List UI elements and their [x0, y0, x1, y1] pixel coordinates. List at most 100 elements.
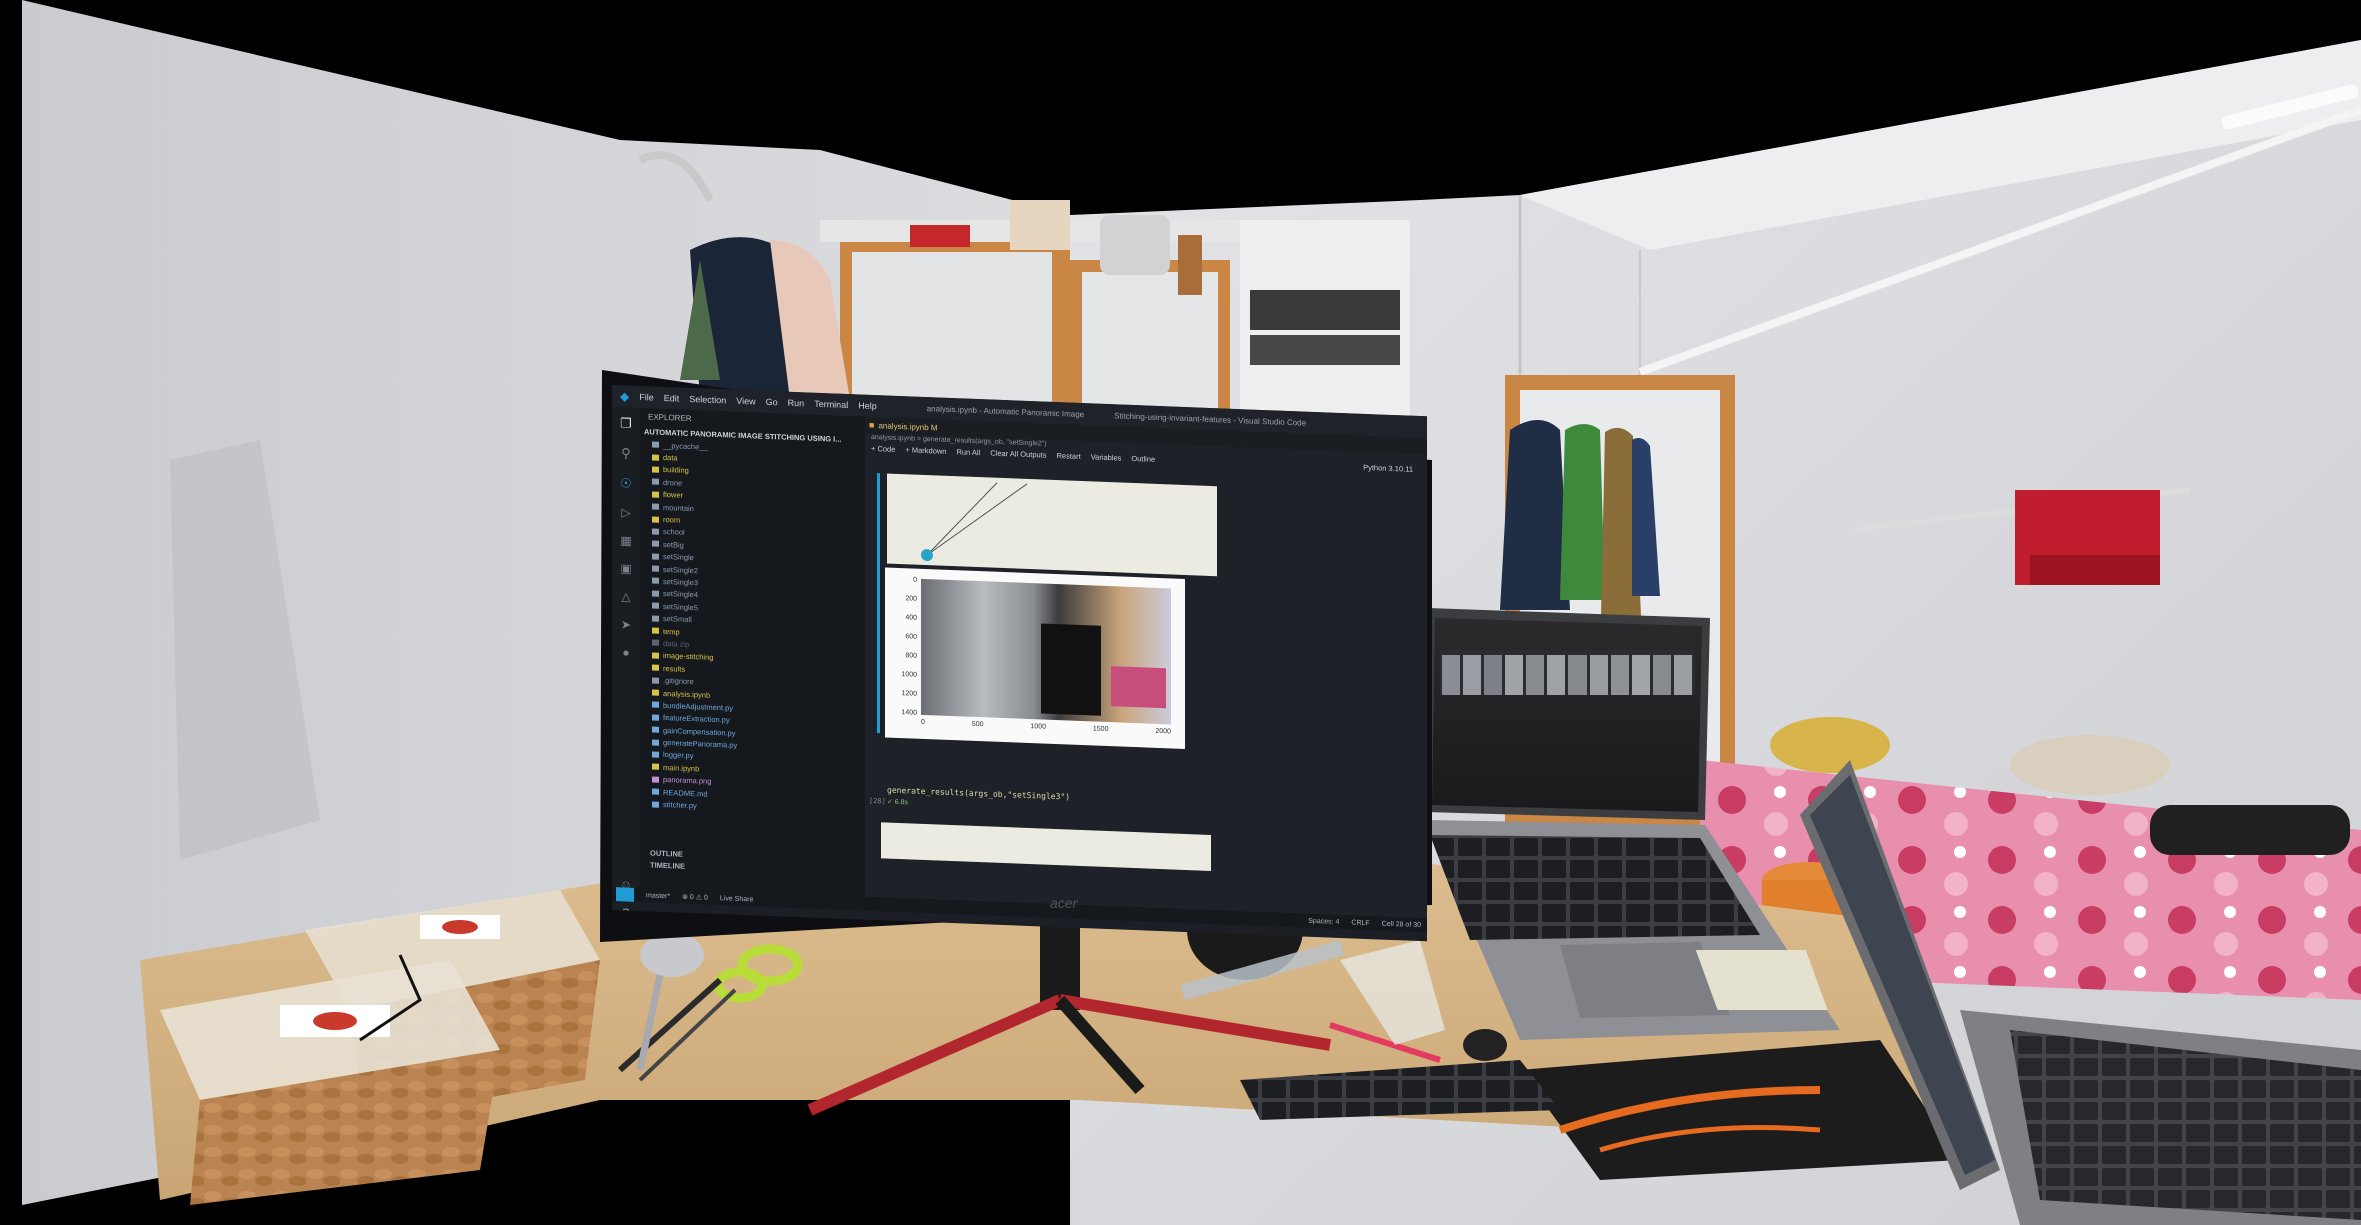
- add-code-button[interactable]: + Code: [871, 444, 895, 454]
- file-icon: [652, 801, 659, 808]
- panorama-image: [921, 578, 1171, 725]
- file-icon: [652, 701, 659, 709]
- menu-run[interactable]: Run: [788, 398, 805, 409]
- menu-view[interactable]: View: [736, 396, 755, 407]
- remote-icon[interactable]: ▣: [620, 561, 631, 575]
- timeline-section[interactable]: TIMELINE: [650, 860, 685, 870]
- git-branch[interactable]: master*: [646, 892, 670, 900]
- output-strip: [881, 822, 1211, 872]
- tab-analysis[interactable]: analysis.ipynb M: [878, 421, 937, 432]
- x-tick: 500: [971, 720, 984, 729]
- explorer-icon[interactable]: ❐: [620, 415, 632, 431]
- kernel-picker[interactable]: Python 3.10.11: [1363, 463, 1413, 474]
- file-tree-label: temp: [663, 626, 680, 637]
- explorer-sidebar: EXPLORER AUTOMATIC PANORAMIC IMAGE STITC…: [640, 408, 865, 897]
- file-icon: [652, 578, 659, 585]
- source-control-icon[interactable]: ☉: [620, 475, 632, 491]
- graph-lines: [921, 482, 1028, 562]
- y-tick: 400: [905, 614, 917, 622]
- output-graph: [887, 473, 1217, 577]
- file-tree-label: logger.py: [663, 750, 694, 761]
- restart-button[interactable]: Restart: [1057, 451, 1081, 461]
- spoon: [640, 933, 704, 977]
- y-tick: 1400: [901, 709, 917, 717]
- file-tree-label: README.md: [663, 787, 708, 799]
- menu-terminal[interactable]: Terminal: [814, 399, 848, 410]
- file-icon: [652, 639, 659, 647]
- file-icon: [652, 553, 659, 560]
- notebook-icon: ■: [869, 419, 875, 431]
- file-tree-label: setSingle2: [663, 564, 699, 575]
- outline-section[interactable]: OUTLINE: [650, 848, 683, 858]
- file-icon: [652, 677, 659, 684]
- file-tree-label: .gitignore: [663, 676, 694, 687]
- acer-logo: acer: [1050, 895, 1078, 911]
- mouse: [1463, 1029, 1507, 1061]
- y-tick: 1200: [901, 690, 917, 698]
- cell-position[interactable]: Cell 28 of 30: [1382, 920, 1421, 929]
- file-tree-label: featureExtraction.py: [663, 713, 730, 725]
- file-tree-label: data.zip: [663, 638, 690, 649]
- outline-button[interactable]: Outline: [1131, 454, 1155, 464]
- file-tree-label: setSingle3: [663, 576, 699, 588]
- menu-help[interactable]: Help: [858, 400, 877, 411]
- file-tree-label: school: [663, 527, 685, 538]
- file-icon: [652, 615, 659, 622]
- live-share-icon[interactable]: ➤: [621, 617, 631, 631]
- file-icon: [652, 652, 659, 659]
- search-icon[interactable]: ⚲: [621, 445, 631, 461]
- file-tree-label: room: [663, 514, 681, 525]
- output-panorama-plot: 0 200 400 600 800 1000 1200 1400 0 500 1…: [885, 567, 1185, 750]
- live-share-status[interactable]: Live Share: [720, 895, 753, 903]
- hanging-clothes: [1500, 420, 1660, 616]
- x-tick: 1500: [1092, 725, 1109, 734]
- file-tree-label: setSingle4: [663, 589, 699, 600]
- menu-go[interactable]: Go: [766, 397, 778, 407]
- file-icon: [652, 763, 659, 771]
- file-tree-label: __pycache__: [663, 440, 708, 452]
- file-icon: [652, 466, 659, 473]
- window-title-right: Stitching-using-invariant-features - Vis…: [1114, 410, 1307, 428]
- code-cell[interactable]: generate_results(args_ob,"setSingle3") ✓…: [887, 786, 1227, 823]
- file-icon: [652, 627, 659, 634]
- file-icon: [652, 491, 659, 498]
- run-debug-icon[interactable]: ▷: [621, 505, 630, 519]
- file-tree-label: drone: [663, 477, 683, 488]
- monitor-screen: ◆ File Edit Selection View Go Run Termin…: [612, 385, 1427, 942]
- extensions-icon[interactable]: ▦: [620, 533, 631, 547]
- y-tick: 600: [905, 633, 917, 641]
- remote-indicator[interactable]: [616, 887, 634, 902]
- testing-icon[interactable]: △: [621, 589, 630, 603]
- file-icon: [652, 441, 659, 448]
- clear-outputs-button[interactable]: Clear All Outputs: [990, 449, 1046, 460]
- file-icon: [652, 664, 659, 672]
- cell-focus-bar: [877, 473, 880, 734]
- problems-count[interactable]: ⊗ 0 ⚠ 0: [682, 893, 708, 902]
- file-icon: [652, 776, 659, 783]
- activity-bar: ❐ ⚲ ☉ ▷ ▦ ▣ △ ➤ ● ☺ ⚙: [612, 407, 640, 920]
- x-tick: 2000: [1155, 727, 1171, 736]
- y-axis-ticks: 0 200 400 600 800 1000 1200 1400: [887, 576, 917, 717]
- file-tree-label: flower: [663, 490, 684, 500]
- file-tree-label: bundleAdjustment.py: [663, 700, 734, 713]
- file-tree-label: setSmall: [663, 614, 692, 625]
- menu-file[interactable]: File: [639, 392, 654, 403]
- indent-status[interactable]: Spaces: 4: [1308, 917, 1339, 925]
- file-icon: [652, 726, 659, 733]
- file-tree-label: mountain: [663, 502, 694, 513]
- y-tick: 0: [913, 576, 917, 584]
- menu-edit[interactable]: Edit: [664, 393, 680, 404]
- y-tick: 800: [905, 652, 917, 660]
- file-icon: [652, 528, 659, 535]
- add-markdown-button[interactable]: + Markdown: [905, 445, 946, 456]
- file-tree-label: generatePanorama.py: [663, 738, 738, 750]
- file-icon: [652, 602, 659, 610]
- python-icon[interactable]: ●: [622, 645, 629, 659]
- file-icon: [652, 540, 659, 548]
- run-all-button[interactable]: Run All: [956, 447, 980, 457]
- menu-selection[interactable]: Selection: [689, 394, 726, 405]
- file-tree-label: panorama.png: [663, 775, 712, 787]
- eol-status[interactable]: CRLF: [1351, 919, 1369, 927]
- variables-button[interactable]: Variables: [1091, 452, 1122, 462]
- vscode-logo-icon: ◆: [620, 389, 630, 404]
